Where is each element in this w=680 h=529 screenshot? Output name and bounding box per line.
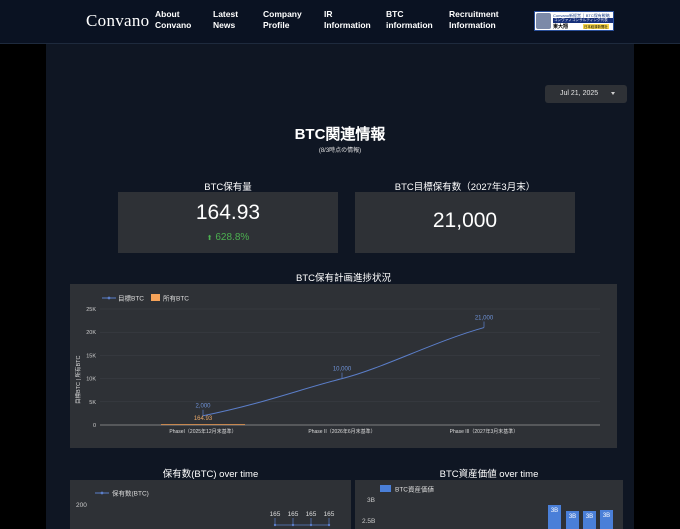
nav-company-line2: Profile [263,20,290,30]
asset-data-label: 3B [586,514,593,520]
nav-btc-line2: information [386,20,433,30]
dropdown-caret-icon [611,92,615,95]
holdings-data-label: 165 [270,511,281,518]
legend-target-marker [107,296,111,300]
plan-y-axis-label: 目標BTC | 所有BTC [74,355,82,404]
kpi-target-label: BTC目標保有数（2027年3月末） [394,182,536,193]
plan-xtick-label: PhaseI（2025年12月末基準） [169,428,236,435]
legend-holdings-label: 保有数(BTC) [112,489,149,498]
nav-about-line1: About [155,9,180,19]
plan-target-data-label: 10,000 [333,367,352,373]
banner-name: 東大翔 [553,23,569,30]
kpi-holdings-card: 164.93 ⬆ 628.8% [118,192,338,253]
plan-chart: 目標BTC 所有BTC 目標BTC | 所有BTC 0 5K 10K 15K 20K 25… [74,294,600,435]
asset-data-label: 3B [603,513,610,519]
plan-ytick-label: 5K [89,400,96,406]
kpi-holdings-change: ⬆ 628.8% [118,232,338,243]
nav-ir[interactable]: IR Information [324,9,371,31]
nav-ir-line2: Information [324,20,371,30]
nav-news-line2: News [213,20,236,30]
asset-chart: BTC資産価値 3B 2.5B 3B 3B 3B 3B [362,485,613,529]
nav-btc[interactable]: BTC information [386,9,433,31]
page-title: BTC関連情報 [294,126,386,143]
legend-asset-label: BTC資産価値 [395,485,435,494]
holdings-chart-panel: 保有数(BTC) 200 165 165 165 165 [70,480,351,529]
legend-holding-label: 所有BTC [163,294,189,303]
legend-holding-swatch [151,294,160,301]
kpi-target-card: 21,000 [355,192,575,253]
nav-btc-line1: BTC [386,9,404,19]
kpi-holdings-label: BTC保有量 [204,182,252,193]
site-header: Convano About Convano Latest News Compan… [0,0,680,44]
plan-xtick-label: Phase II（2026年6月末基準） [308,428,375,435]
plan-ytick-label: 0 [93,423,96,429]
kpi-target-value: 21,000 [432,209,498,232]
nav-ir-line1: IR [324,9,333,19]
nav-about-line2: Convano [155,20,192,30]
nav-about[interactable]: About Convano [155,9,191,31]
asset-data-label: 3B [551,508,558,514]
plan-ytick-label: 20K [86,330,96,336]
plan-chart-panel: 目標BTC 所有BTC 目標BTC | 所有BTC 0 5K 10K 15K 20K 25… [70,284,617,448]
legend-target-label: 目標BTC [118,294,144,303]
date-range-selector[interactable]: Jul 21, 2025 [545,85,627,103]
promo-banner[interactable]: Convano新經営 │ BTC保有戦略 コンヴァノコンサルティング代表 東大翔… [534,11,614,31]
holdings-data-label: 165 [288,511,299,518]
asset-ytick-3b: 3B [367,497,375,504]
asset-ytick-2-5b: 2.5B [362,518,375,525]
legend-holdings-marker [100,491,104,495]
arrow-up-icon: ⬆ [206,235,213,242]
plan-holding-data-label: 164.93 [194,416,213,422]
banner-tag: 日本経済新聞社 [583,24,609,29]
holdings-data-label: 165 [324,511,335,518]
plan-ytick-label: 25K [86,307,96,313]
plan-holding-bar [161,424,245,425]
nav-recruit[interactable]: Recruitment Information [449,9,499,31]
holdings-chart-title: 保有数(BTC) over time [162,469,259,480]
plan-chart-title: BTC保有計画進捗状況 [295,273,391,284]
holdings-chart: 保有数(BTC) 200 165 165 165 165 [76,489,335,527]
asset-data-label: 3B [569,514,576,520]
plan-ytick-label: 15K [86,353,96,359]
kpi-holdings-change-value: 628.8% [215,232,250,243]
date-range-value: Jul 21, 2025 [560,90,599,97]
asset-chart-panel: BTC資産価値 3B 2.5B 3B 3B 3B 3B [355,480,623,529]
nav-recruit-line2: Information [449,20,496,30]
nav-company-line1: Company [263,9,302,19]
asset-chart-title: BTC資産価値 over time [439,469,539,480]
plan-target-data-label: 21,000 [475,316,494,322]
banner-portrait [536,13,551,29]
site-logo[interactable]: Convano [86,11,149,31]
plan-xtick-label: Phase III（2027年3月末基準） [450,428,519,435]
nav-company[interactable]: Company Profile [263,9,302,31]
holdings-data-label: 165 [306,511,317,518]
nav-recruit-line1: Recruitment [449,9,499,19]
plan-ytick-label: 10K [86,377,96,383]
plan-target-data-label: 2,000 [195,404,211,410]
holdings-ytick: 200 [76,502,87,509]
page-subtitle: (8/3時点の情報) [318,148,362,154]
nav-news-line1: Latest [213,9,239,19]
legend-asset-swatch [380,485,391,492]
kpi-holdings-value: 164.93 [195,201,261,224]
nav-news[interactable]: Latest News [213,9,238,31]
